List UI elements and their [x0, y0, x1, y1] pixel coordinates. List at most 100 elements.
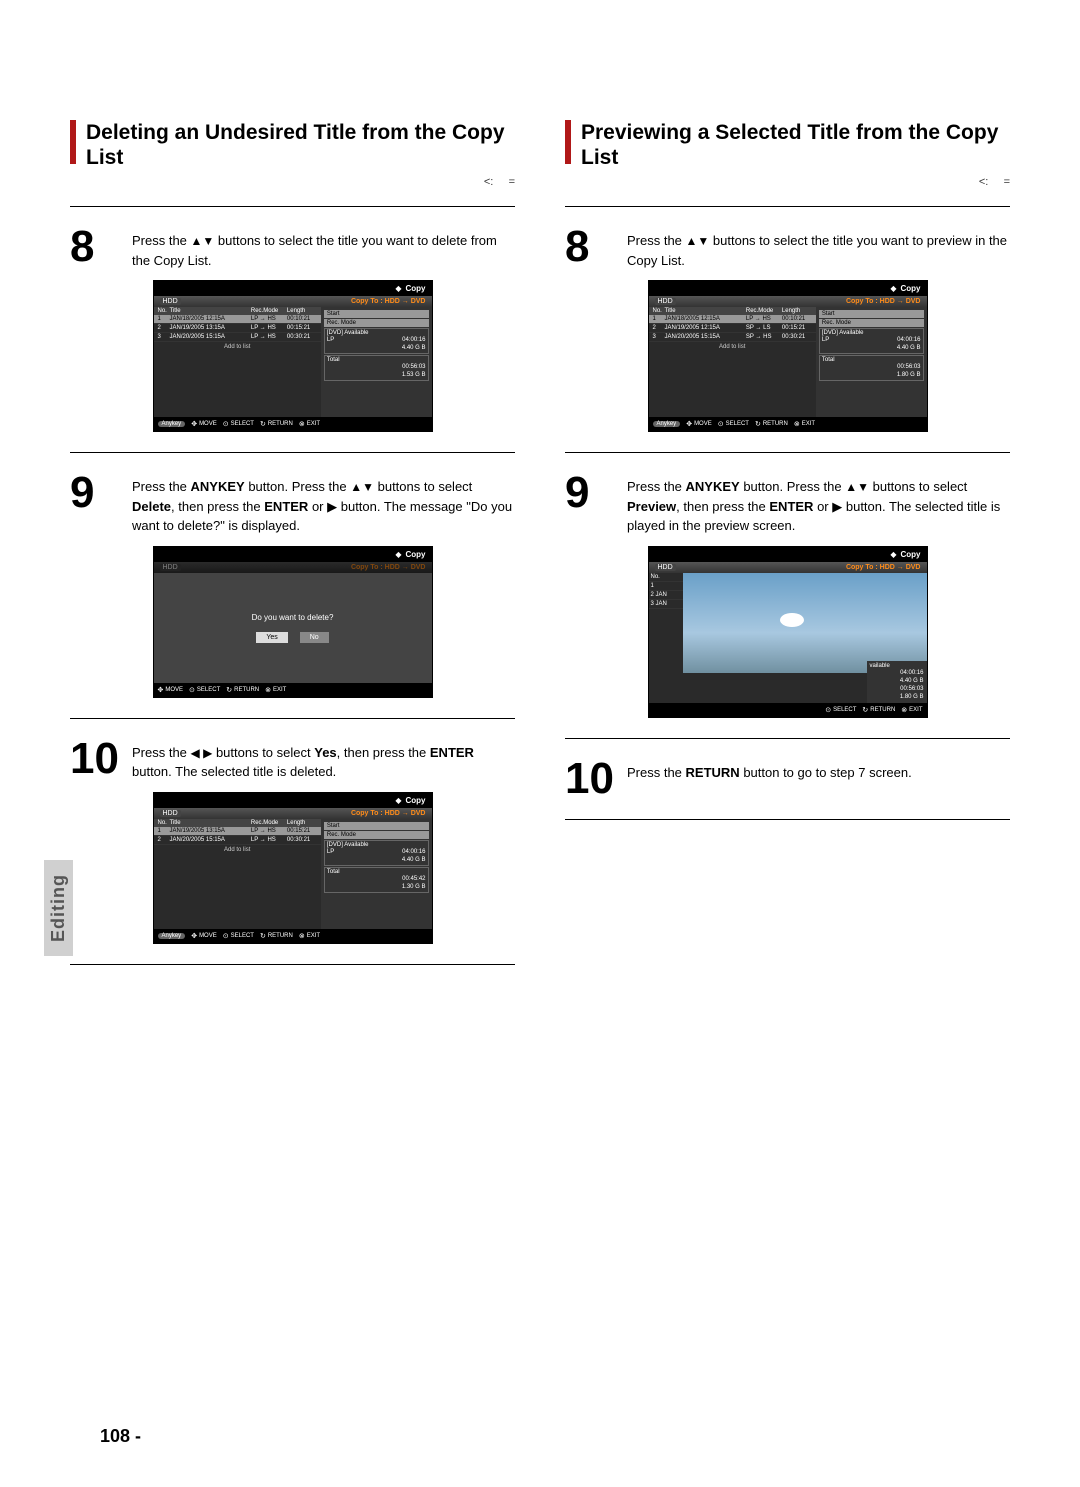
diamond-icon: ◆	[890, 284, 896, 293]
divider	[70, 964, 515, 965]
left-subline: <: =	[70, 176, 515, 188]
yes-label: Yes	[314, 745, 336, 760]
step-text: Press the ◀ ▶ buttons to select Yes, the…	[132, 737, 515, 782]
right-step-9: 9 Press the ANYKEY button. Press the ▲▼ …	[565, 471, 1010, 536]
copy-to-label: Copy To : HDD → DVD	[351, 564, 426, 571]
return-label: RETURN	[686, 765, 740, 780]
list-row[interactable]: 3 JAN/20/2005 15:15A LP → HS 00:30:21	[154, 333, 321, 342]
cell-rec: LP → HS	[744, 316, 780, 322]
cell-rec: LP → HS	[249, 334, 285, 340]
exit-hint: ⊗EXIT	[265, 686, 286, 694]
screen-footer: Anykey ✥MOVE ⊙SELECT ↻RETURN ⊗EXIT	[649, 417, 927, 431]
diamond-icon: ◆	[890, 550, 896, 559]
cell-title: JAN/19/2005 13:15A	[168, 325, 249, 331]
preview-side: vailable 04:00:16 4.40 G B 00:56:03 1.80…	[867, 661, 927, 703]
divider	[70, 206, 515, 207]
total-time: 00:56:03	[402, 364, 425, 370]
screen-titlebar: ◆ Copy	[154, 793, 432, 808]
delete-label: Delete	[132, 499, 171, 514]
move-label: MOVE	[199, 933, 217, 939]
title-list: No. Title Rec.Mode Length 1 JAN/18/2005 …	[649, 307, 816, 417]
lp-size-row: 4.40 G B	[327, 856, 426, 864]
exit-icon: ⊗	[794, 420, 800, 428]
col-rec: Rec.Mode	[744, 308, 780, 314]
add-to-list[interactable]: Add to list	[154, 845, 321, 855]
lp-label: LP	[822, 337, 829, 343]
side-panel: Start Rec. Mode [DVD] Available LP04:00:…	[321, 819, 432, 929]
t: button. The selected title is deleted.	[132, 764, 336, 779]
list-row[interactable]: 3 JAN/20/2005 15:15A SP → HS 00:30:21	[649, 333, 816, 342]
return-icon: ↻	[862, 706, 868, 714]
exit-hint: ⊗EXIT	[299, 932, 320, 940]
add-to-list[interactable]: Add to list	[154, 342, 321, 352]
move-icon: ✥	[686, 420, 692, 428]
list-row[interactable]: 1 JAN/19/2005 13:15A LP → HS 00:15:21	[154, 827, 321, 836]
list-row[interactable]: 2 JAN/19/2005 12:15A SP → LS 00:15:21	[649, 324, 816, 333]
cell-rec: LP → HS	[249, 325, 285, 331]
t: , then press the	[171, 499, 264, 514]
row-no: 2 JAN	[649, 591, 683, 600]
recmode-button[interactable]: Rec. Mode	[324, 319, 429, 327]
cell-no: 3	[651, 334, 663, 340]
no-button[interactable]: No	[300, 632, 329, 643]
v: 04:00:16	[900, 670, 923, 676]
dialog-body: Do you want to delete? Yes No	[154, 573, 432, 683]
t: , then press the	[676, 499, 769, 514]
t: buttons to select	[869, 479, 967, 494]
preview-screen: ◆ Copy HDD Copy To : HDD → DVD No. 1 2 J…	[648, 546, 928, 718]
cell-len: 00:30:21	[780, 334, 814, 340]
move-hint: ✥MOVE	[191, 420, 217, 428]
cell-len: 00:15:21	[285, 828, 319, 834]
v: 1.80 G B	[900, 694, 924, 700]
preview-video	[683, 573, 927, 673]
exit-icon: ⊗	[299, 932, 305, 940]
col-no: No.	[649, 573, 683, 582]
cell-title: JAN/19/2005 13:15A	[168, 828, 249, 834]
return-label: RETURN	[234, 687, 259, 693]
anykey-label: ANYKEY	[686, 479, 740, 494]
recmode-button[interactable]: Rec. Mode	[324, 831, 429, 839]
t: button to go to step 7 screen.	[740, 765, 912, 780]
col-rec: Rec.Mode	[249, 820, 285, 826]
v: 00:56:03	[900, 686, 923, 692]
list-row[interactable]: 1 JAN/18/2005 12:15A LP → HS 00:10:21	[649, 315, 816, 324]
exit-icon: ⊗	[299, 420, 305, 428]
screen-header: HDD Copy To : HDD → DVD	[154, 562, 432, 573]
start-button[interactable]: Start	[324, 310, 429, 318]
select-hint: ⊙SELECT	[223, 420, 254, 428]
cell-rec: LP → HS	[249, 828, 285, 834]
updown-icon: ▲▼	[845, 480, 869, 494]
preview-list: No. 1 2 JAN 3 JAN	[649, 573, 683, 703]
right-heading-row: Previewing a Selected Title from the Cop…	[565, 120, 1010, 170]
list-row[interactable]: 1 JAN/18/2005 12:15A LP → HS 00:10:21	[154, 315, 321, 324]
t: is displayed.	[225, 518, 300, 533]
s2: 1.80 G B	[870, 693, 924, 701]
right-icon: ▶	[327, 499, 337, 514]
list-row[interactable]: 2 JAN/20/2005 15:15A LP → HS 00:30:21	[154, 836, 321, 845]
screen-footer: Anykey ✥MOVE ⊙SELECT ↻RETURN ⊗EXIT	[154, 417, 432, 431]
total-box: Total 00:56:03 1.80 G B	[819, 355, 924, 381]
copy-to-label: Copy To : HDD → DVD	[846, 564, 921, 571]
dvd-avail-box: [DVD] Available LP04:00:16 4.40 G B	[324, 328, 429, 354]
cell-no: 2	[156, 837, 168, 843]
cell-len: 00:15:21	[285, 325, 319, 331]
lp-size: 4.40 G B	[402, 857, 426, 863]
return-hint: ↻RETURN	[260, 420, 293, 428]
left-step-10: 10 Press the ◀ ▶ buttons to select Yes, …	[70, 737, 515, 782]
cell-rec: SP → LS	[744, 325, 780, 331]
start-button[interactable]: Start	[819, 310, 924, 318]
yes-button[interactable]: Yes	[256, 632, 287, 643]
screen-footer: ⊙SELECT ↻RETURN ⊗EXIT	[649, 703, 927, 717]
select-label: SELECT	[197, 687, 220, 693]
recmode-button[interactable]: Rec. Mode	[819, 319, 924, 327]
return-hint: ↻RETURN	[862, 706, 895, 714]
start-button[interactable]: Start	[324, 822, 429, 830]
divider	[565, 738, 1010, 739]
list-header: No. Title Rec.Mode Length	[154, 819, 321, 827]
select-icon: ⊙	[223, 420, 229, 428]
list-row[interactable]: 2 JAN/19/2005 13:15A LP → HS 00:15:21	[154, 324, 321, 333]
t2: 00:56:03	[870, 685, 924, 693]
lp-time: 04:00:16	[402, 337, 425, 343]
add-to-list[interactable]: Add to list	[649, 342, 816, 352]
preview-label: Preview	[627, 499, 676, 514]
